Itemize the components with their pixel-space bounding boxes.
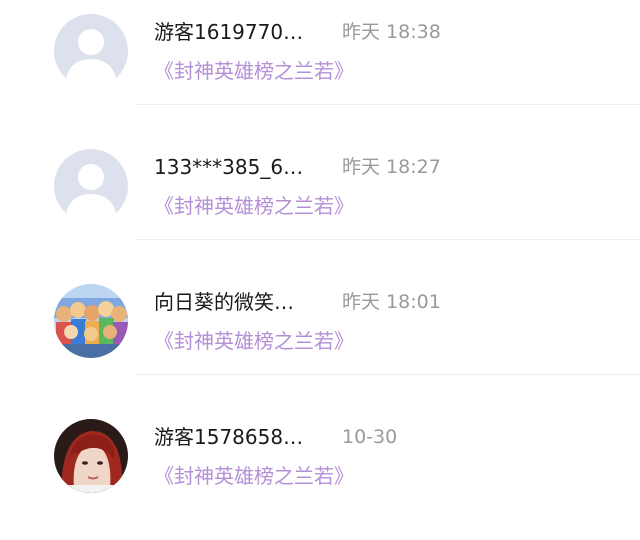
user-name[interactable]: 游客1578658…	[154, 423, 303, 451]
default-avatar-icon	[54, 14, 128, 88]
avatar[interactable]	[54, 14, 128, 88]
user-name[interactable]: 向日葵的微笑…	[154, 288, 294, 316]
timestamp: 昨天 18:01	[342, 291, 441, 313]
book-link[interactable]: 《封神英雄榜之兰若》	[154, 192, 354, 220]
user-name[interactable]: 133***385_6…	[154, 153, 303, 181]
timestamp: 昨天 18:27	[342, 156, 441, 178]
cartoon-group-avatar	[54, 284, 128, 358]
list-item[interactable]: 游客1578658… 10-30 《封神英雄榜之兰若》	[0, 405, 640, 540]
book-link[interactable]: 《封神英雄榜之兰若》	[154, 57, 354, 85]
list-item[interactable]: 133***385_6… 昨天 18:27 《封神英雄榜之兰若》	[0, 135, 640, 270]
default-avatar-icon	[54, 149, 128, 223]
portrait-avatar	[54, 419, 128, 493]
book-link[interactable]: 《封神英雄榜之兰若》	[154, 462, 354, 490]
divider	[136, 104, 640, 105]
list-item[interactable]: 向日葵的微笑… 昨天 18:01 《封神英雄榜之兰若》	[0, 270, 640, 405]
avatar[interactable]	[54, 149, 128, 223]
timestamp: 昨天 18:38	[342, 21, 441, 43]
user-name[interactable]: 游客1619770…	[154, 18, 303, 46]
divider	[136, 239, 640, 240]
comment-list: 游客1619770… 昨天 18:38 《封神英雄榜之兰若》 133***385…	[0, 0, 640, 495]
avatar[interactable]	[54, 419, 128, 493]
avatar[interactable]	[54, 284, 128, 358]
list-item[interactable]: 游客1619770… 昨天 18:38 《封神英雄榜之兰若》	[0, 0, 640, 135]
book-link[interactable]: 《封神英雄榜之兰若》	[154, 327, 354, 355]
divider	[136, 374, 640, 375]
timestamp: 10-30	[342, 426, 398, 448]
